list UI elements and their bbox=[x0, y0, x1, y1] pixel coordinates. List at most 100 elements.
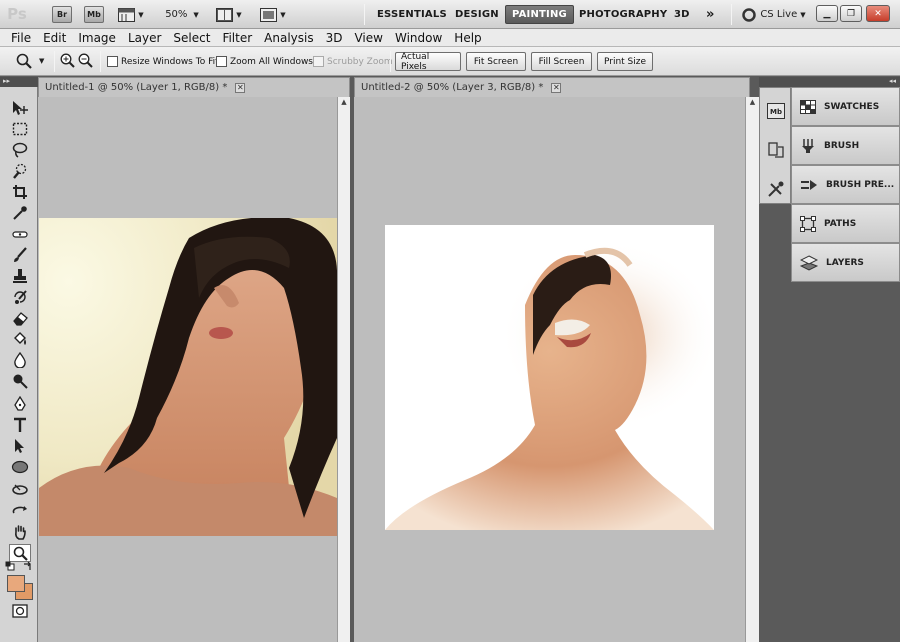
path-selection-tool[interactable] bbox=[9, 437, 31, 455]
menu-edit[interactable]: Edit bbox=[37, 31, 72, 45]
tool-preset-picker[interactable]: ▼ bbox=[16, 53, 44, 69]
blur-drop-icon bbox=[14, 352, 26, 368]
menu-image[interactable]: Image bbox=[72, 31, 122, 45]
paths-panel-button[interactable]: PATHS bbox=[791, 204, 900, 243]
zoom-tool-icon bbox=[13, 546, 28, 561]
close-icon[interactable]: ✕ bbox=[235, 82, 246, 93]
menu-analysis[interactable]: Analysis bbox=[258, 31, 319, 45]
zoom-in-button[interactable] bbox=[60, 53, 75, 68]
brush-panel-button[interactable]: BRUSH bbox=[791, 126, 900, 165]
menu-layer[interactable]: Layer bbox=[122, 31, 167, 45]
document-title-1: Untitled-1 @ 50% (Layer 1, RGB/8) * bbox=[45, 82, 228, 93]
eyedropper-tool[interactable] bbox=[9, 204, 31, 222]
dodge-tool[interactable] bbox=[9, 372, 31, 390]
eraser-tool[interactable] bbox=[9, 309, 31, 327]
ellipse-tool[interactable] bbox=[9, 458, 31, 476]
default-colors-button[interactable] bbox=[5, 561, 15, 571]
portrait-photo-canvas[interactable] bbox=[39, 218, 337, 536]
zoom-all-windows-checkbox[interactable]: Zoom All Windows bbox=[216, 56, 313, 67]
brush-tool[interactable] bbox=[9, 246, 31, 264]
application-bar: Ps Br Mb ▼ 50% ▼ ▼ ▼ ESSENTIALS DESIGN P… bbox=[0, 0, 900, 29]
history-panel-button[interactable] bbox=[763, 133, 789, 167]
clone-stamp-icon bbox=[13, 269, 27, 283]
marquee-tool[interactable] bbox=[9, 120, 31, 138]
scrubby-zoom-checkbox: Scrubby Zoom bbox=[313, 56, 393, 67]
paths-icon bbox=[800, 215, 816, 232]
menu-file[interactable]: File bbox=[5, 31, 37, 45]
blur-tool[interactable] bbox=[9, 351, 31, 369]
clone-stamp-tool[interactable] bbox=[9, 267, 31, 285]
arrange-documents-button[interactable]: ▼ bbox=[214, 4, 244, 25]
paint-bucket-tool[interactable] bbox=[9, 330, 31, 348]
swap-colors-button[interactable] bbox=[21, 561, 33, 571]
paths-label: PATHS bbox=[824, 218, 857, 229]
crop-tool[interactable] bbox=[9, 183, 31, 201]
chevron-down-icon: ▼ bbox=[800, 10, 806, 19]
workspace-photography[interactable]: PHOTOGRAPHY bbox=[573, 5, 673, 24]
3d-orbit-tool[interactable] bbox=[9, 502, 31, 520]
layers-panel-button[interactable]: LAYERS bbox=[791, 243, 900, 282]
menu-select[interactable]: Select bbox=[167, 31, 216, 45]
move-tool[interactable] bbox=[9, 99, 31, 117]
hand-tool[interactable] bbox=[9, 523, 31, 541]
document-canvas-area-2[interactable] bbox=[354, 97, 745, 642]
zoom-level-dropdown[interactable]: 50% ▼ bbox=[158, 4, 206, 25]
photoshop-logo: Ps bbox=[7, 5, 27, 23]
actual-pixels-button[interactable]: Actual Pixels bbox=[395, 52, 461, 72]
scroll-up-icon[interactable]: ▲ bbox=[746, 97, 759, 107]
3d-rotate-tool[interactable] bbox=[9, 481, 31, 499]
restore-button[interactable]: ❐ bbox=[840, 5, 862, 22]
pen-tool[interactable] bbox=[9, 395, 31, 413]
zoom-all-windows-check[interactable] bbox=[216, 56, 227, 67]
spot-healing-tool[interactable] bbox=[9, 225, 31, 243]
print-size-button[interactable]: Print Size bbox=[597, 52, 653, 71]
vertical-scrollbar-2[interactable]: ▲ bbox=[745, 97, 759, 642]
brush-presets-panel-button[interactable]: BRUSH PRE... bbox=[791, 165, 900, 204]
chevron-down-icon: ▼ bbox=[39, 57, 45, 65]
bridge-button[interactable]: Br bbox=[52, 6, 72, 23]
document-tab-1[interactable]: Untitled-1 @ 50% (Layer 1, RGB/8) * ✕ bbox=[38, 77, 350, 97]
menu-bar: File Edit Image Layer Select Filter Anal… bbox=[0, 29, 900, 47]
menu-filter[interactable]: Filter bbox=[216, 31, 258, 45]
swatches-panel-button[interactable]: SWATCHES bbox=[791, 87, 900, 126]
foreground-color-swatch[interactable] bbox=[7, 575, 25, 592]
quick-selection-tool[interactable] bbox=[9, 162, 31, 180]
quick-mask-button[interactable] bbox=[9, 602, 31, 620]
menu-window[interactable]: Window bbox=[389, 31, 448, 45]
painted-portrait-canvas[interactable] bbox=[385, 225, 714, 530]
menu-view[interactable]: View bbox=[348, 31, 388, 45]
close-icon[interactable]: ✕ bbox=[551, 82, 562, 93]
type-tool[interactable] bbox=[9, 416, 31, 434]
resize-windows-checkbox[interactable]: Resize Windows To Fit bbox=[107, 56, 219, 67]
fill-screen-button[interactable]: Fill Screen bbox=[531, 52, 592, 71]
zoom-out-button[interactable] bbox=[78, 53, 93, 68]
view-extras-button[interactable]: ▼ bbox=[116, 4, 146, 25]
menu-3d[interactable]: 3D bbox=[320, 31, 349, 45]
fit-screen-button[interactable]: Fit Screen bbox=[466, 52, 526, 71]
chevron-down-icon: ▼ bbox=[236, 10, 242, 19]
toolbox-collapse-bar[interactable]: ▸▸ bbox=[0, 77, 38, 87]
workspace-design[interactable]: DESIGN bbox=[449, 5, 505, 24]
scrubby-zoom-check bbox=[313, 56, 324, 67]
cs-live-button[interactable]: CS Live ▼ bbox=[741, 4, 807, 25]
menu-help[interactable]: Help bbox=[448, 31, 487, 45]
history-brush-tool[interactable] bbox=[9, 288, 31, 306]
minimize-button[interactable]: ▁ bbox=[816, 5, 838, 22]
zoom-tool[interactable] bbox=[9, 544, 31, 562]
vertical-scrollbar-1[interactable]: ▲ bbox=[337, 97, 350, 642]
workspace-painting[interactable]: PAINTING bbox=[505, 5, 574, 24]
document-tab-2[interactable]: Untitled-2 @ 50% (Layer 3, RGB/8) * ✕ bbox=[354, 77, 750, 97]
mini-bridge-panel-button[interactable]: Mb bbox=[763, 94, 789, 128]
document-canvas-area-1[interactable] bbox=[38, 97, 337, 642]
screen-mode-button[interactable]: ▼ bbox=[257, 4, 289, 25]
tool-presets-panel-button[interactable] bbox=[763, 172, 789, 206]
workspace-essentials[interactable]: ESSENTIALS bbox=[371, 5, 453, 24]
scroll-up-icon[interactable]: ▲ bbox=[338, 97, 350, 107]
resize-windows-check[interactable] bbox=[107, 56, 118, 67]
workspace-3d[interactable]: 3D bbox=[668, 5, 696, 24]
close-button[interactable]: ✕ bbox=[866, 5, 890, 22]
lasso-tool[interactable] bbox=[9, 141, 31, 159]
mini-bridge-button[interactable]: Mb bbox=[84, 6, 104, 23]
more-workspaces-button[interactable]: » bbox=[700, 5, 721, 24]
dock-collapse-bar[interactable]: ◂◂ bbox=[759, 77, 900, 87]
